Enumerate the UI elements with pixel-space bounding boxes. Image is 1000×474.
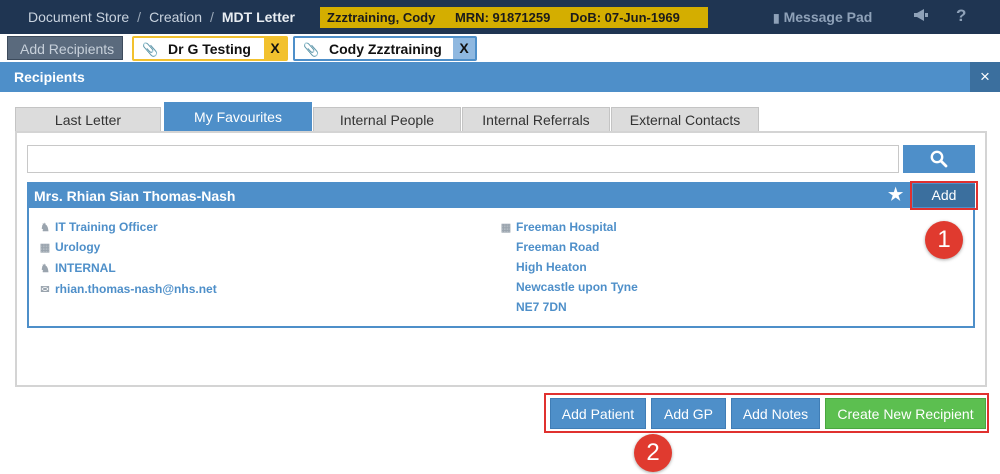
close-tab-button[interactable]: X [453,38,475,59]
doc-tab-cody-zzztraining[interactable]: 📎 Cody Zzztraining X [293,36,477,61]
patient-name: Zzztraining, Cody [327,10,436,25]
address-line-1: Freeman Road [516,240,600,254]
tab-external-contacts[interactable]: External Contacts [611,107,759,132]
job-title-text: IT Training Officer [55,220,158,234]
building-icon: ▦ [39,242,51,254]
recipient-card[interactable]: Mrs. Rhian Sian Thomas-Nash ★ [27,182,975,328]
close-icon[interactable]: × [970,62,1000,92]
doc-tab-label: Cody Zzztraining [329,41,442,57]
recipient-department: ▦ Urology [39,240,101,254]
create-new-recipient-button[interactable]: Create New Recipient [825,398,986,429]
paperclip-icon: 📎 [303,42,320,57]
add-patient-button[interactable]: Add Patient [550,398,646,429]
recipient-email: ✉ rhian.thomas-nash@nhs.net [39,282,217,296]
message-pad-label: Message Pad [783,9,873,25]
breadcrumb-creation[interactable]: Creation [149,9,202,25]
organisation-text: Freeman Hospital [516,220,617,234]
document-tab-strip: Add Recipients 📎 Dr G Testing X 📎 Cody Z… [0,34,1000,62]
recipient-card-header: Mrs. Rhian Sian Thomas-Nash ★ [29,184,973,208]
type-text: INTERNAL [55,261,116,275]
tab-last-letter[interactable]: Last Letter [15,107,161,132]
annotation-badge-2: 2 [634,434,672,472]
doc-tab-label: Dr G Testing [168,41,251,57]
search-icon [930,150,948,168]
tab-internal-people[interactable]: Internal People [313,107,461,132]
breadcrumb-document-store[interactable]: Document Store [28,9,129,25]
address-city: Newcastle upon Tyne [516,280,638,294]
tab-my-favourites[interactable]: My Favourites [164,102,312,132]
breadcrumb-current: MDT Letter [221,9,295,25]
recipient-job-title: ♞ IT Training Officer [39,220,158,234]
hospital-icon: ▦ [500,222,512,234]
message-pad-button[interactable]: ▮ Message Pad [773,9,872,25]
help-icon[interactable]: ? [956,6,966,26]
recipient-type: ♞ INTERNAL [39,261,116,275]
address-postcode: NE7 7DN [516,300,567,314]
add-notes-button[interactable]: Add Notes [731,398,820,429]
message-pad-icon: ▮ [773,11,780,25]
breadcrumb-separator: / [209,9,214,25]
recipient-name: Mrs. Rhian Sian Thomas-Nash [34,188,236,204]
recipients-header: Recipients × [0,62,1000,92]
department-text: Urology [55,240,101,254]
search-input[interactable] [27,145,899,173]
patient-mrn: MRN: 91871259 [454,10,551,25]
email-text: rhian.thomas-nash@nhs.net [55,282,217,296]
recipient-organisation: ▦ Freeman Hospital [500,220,617,234]
paperclip-icon: 📎 [142,42,159,57]
tab-internal-referrals[interactable]: Internal Referrals [462,107,610,132]
search-button[interactable] [903,145,975,173]
breadcrumb: Document Store / Creation / MDT Letter [28,9,295,25]
megaphone-icon[interactable] [912,6,930,29]
add-recipient-button[interactable]: Add [913,184,975,207]
doc-tab-dr-g-testing[interactable]: 📎 Dr G Testing X [132,36,288,61]
patient-banner: Zzztraining, Cody MRN: 91871259 DoB: 07-… [320,7,708,28]
close-tab-button[interactable]: X [264,38,286,59]
breadcrumb-separator: / [137,9,142,25]
favourite-star-icon[interactable]: ★ [888,185,903,205]
person-icon: ♞ [40,263,50,275]
annotation-badge-1: 1 [925,221,963,259]
recipients-title: Recipients [14,69,85,85]
envelope-icon: ✉ [40,284,50,296]
address-line-2: High Heaton [516,260,587,274]
person-icon: ♞ [40,222,50,234]
page: Document Store / Creation / MDT Letter Zzztr… [0,0,1000,474]
add-gp-button[interactable]: Add GP [651,398,726,429]
top-bar: Document Store / Creation / MDT Letter Zzztr… [0,0,1000,34]
add-recipients-tab[interactable]: Add Recipients [7,36,123,60]
patient-dob: DoB: 07-Jun-1969 [569,10,680,25]
